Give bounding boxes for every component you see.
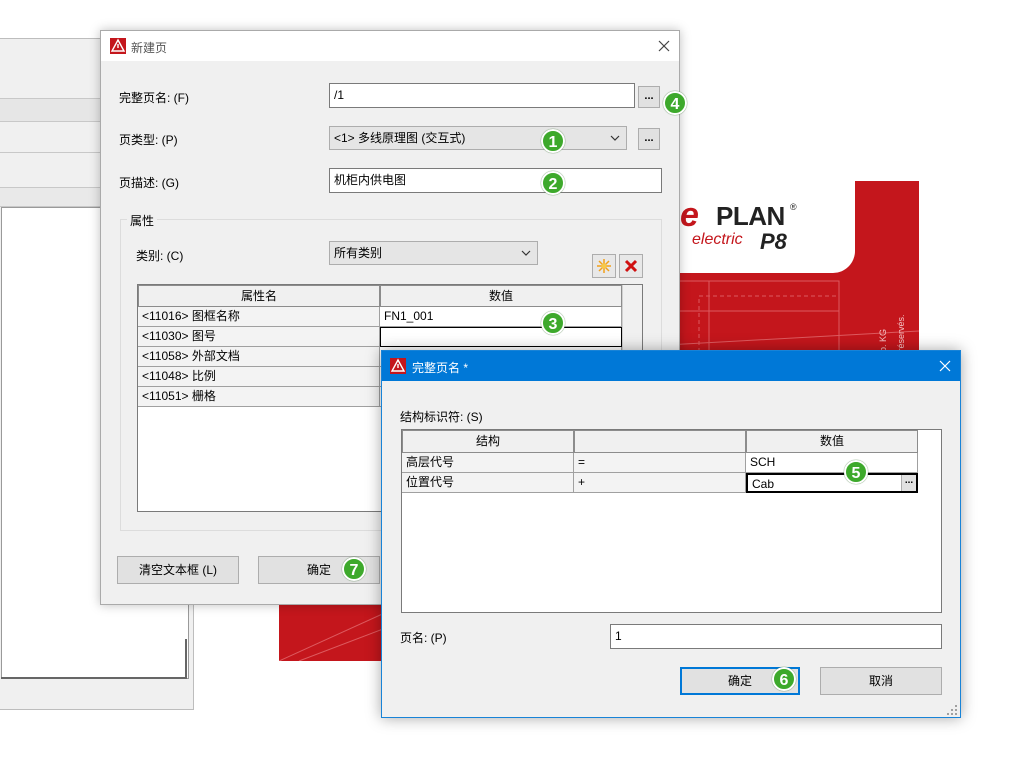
full-page-name-input[interactable]: /1 xyxy=(329,83,635,108)
eplan-logo-registered: ® xyxy=(790,202,797,212)
property-row-value[interactable]: FN1_001 xyxy=(380,307,622,327)
eplan-logo-e: e xyxy=(680,196,699,234)
page-type-browse-button[interactable]: ... xyxy=(638,128,660,150)
property-grid-header-name: 属性名 xyxy=(138,285,380,307)
structure-row-value[interactable]: SCH xyxy=(746,453,918,473)
eplan-logo-plan: PLAN xyxy=(716,201,785,231)
badge-7: 7 xyxy=(342,557,366,581)
chevron-down-icon xyxy=(610,135,620,141)
badge-5: 5 xyxy=(844,460,868,484)
eplan-logo-electric: electric xyxy=(692,231,743,248)
property-grid-header-value: 数值 xyxy=(380,285,622,307)
badge-6: 6 xyxy=(772,667,796,691)
delete-x-icon xyxy=(624,259,638,273)
property-row-name[interactable]: <11016> 图框名称 xyxy=(138,307,380,327)
page-name-input[interactable]: 1 xyxy=(610,624,942,649)
structure-row-value-editing[interactable]: Cab ... xyxy=(746,473,918,493)
structure-grid-header-structure: 结构 xyxy=(402,430,574,453)
badge-1: 1 xyxy=(541,129,565,153)
page-type-select[interactable]: <1> 多线原理图 (交互式) xyxy=(329,126,627,150)
property-row-name[interactable]: <11030> 图号 xyxy=(138,327,380,347)
page-desc-input[interactable]: 机柜内供电图 xyxy=(329,168,662,193)
properties-group-label: 属性 xyxy=(127,212,158,229)
eplan-app-icon xyxy=(390,358,406,374)
full-page-name-label: 完整页名: (F) xyxy=(119,91,189,105)
page-type-value: <1> 多线原理图 (交互式) xyxy=(334,131,466,145)
close-icon[interactable] xyxy=(658,40,670,52)
structure-row-name[interactable]: 高层代号 xyxy=(402,453,574,473)
structure-row-value-text: Cab xyxy=(752,477,775,491)
category-label: 类别: (C) xyxy=(136,249,184,263)
badge-2: 2 xyxy=(541,171,565,195)
close-icon[interactable] xyxy=(939,360,951,372)
category-select[interactable]: 所有类别 xyxy=(329,241,538,265)
structure-value-browse-button[interactable]: ... xyxy=(901,475,916,491)
structure-row-name[interactable]: 位置代号 xyxy=(402,473,574,493)
new-page-title: 新建页 xyxy=(131,41,168,55)
bg-panel-frame xyxy=(1,639,187,679)
full-page-name-browse-button[interactable]: ... xyxy=(638,86,660,108)
property-row-value-editing[interactable] xyxy=(380,327,622,347)
structure-identifier-label: 结构标识符: (S) xyxy=(400,410,483,424)
new-page-titlebar xyxy=(101,31,679,61)
structure-grid-header-prefix xyxy=(574,430,746,453)
structure-grid: 结构 数值 高层代号 = SCH 位置代号 + Cab ... xyxy=(401,429,942,613)
new-property-button[interactable] xyxy=(592,254,616,278)
full-page-name-title: 完整页名 * xyxy=(412,361,469,375)
badge-3: 3 xyxy=(541,311,565,335)
badge-4: 4 xyxy=(663,91,687,115)
delete-property-button[interactable] xyxy=(619,254,643,278)
page-desc-label: 页描述: (G) xyxy=(119,176,179,190)
full-page-name-dialog: 完整页名 * 结构标识符: (S) 结构 数值 高层代号 = SCH 位置代号 … xyxy=(381,350,961,718)
category-value: 所有类别 xyxy=(334,246,383,260)
sparkle-icon xyxy=(597,259,611,273)
property-row-name[interactable]: <11048> 比例 xyxy=(138,367,380,387)
property-row-name[interactable]: <11051> 栅格 xyxy=(138,387,380,407)
chevron-down-icon xyxy=(521,250,531,256)
property-row-name[interactable]: <11058> 外部文档 xyxy=(138,347,380,367)
clear-textbox-button[interactable]: 清空文本框 (L) xyxy=(117,556,239,584)
structure-grid-header-value: 数值 xyxy=(746,430,918,453)
page-type-label: 页类型: (P) xyxy=(119,133,178,147)
page-name-label: 页名: (P) xyxy=(400,631,447,645)
eplan-logo-version: P8 xyxy=(760,229,787,254)
structure-row-prefix[interactable]: + xyxy=(574,473,746,493)
resize-grip-icon[interactable] xyxy=(946,704,958,716)
full-page-name-titlebar xyxy=(382,351,960,381)
eplan-app-icon xyxy=(110,38,126,54)
structure-row-prefix[interactable]: = xyxy=(574,453,746,473)
full-page-name-cancel-button[interactable]: 取消 xyxy=(820,667,942,695)
